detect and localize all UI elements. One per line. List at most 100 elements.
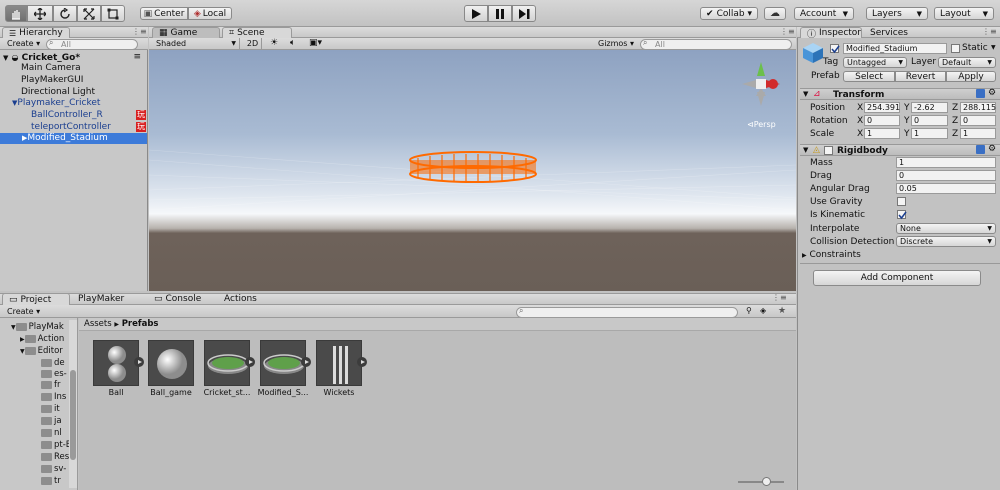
scene-root[interactable]: ▼ ◒ Cricket_Go* ≡ (0, 52, 147, 63)
rigidbody-header[interactable]: ▼ ◬ Rigidbody ⚙ (800, 144, 1000, 156)
light-toggle-icon[interactable]: ☀ (270, 38, 278, 48)
favorite-star-icon[interactable]: ★ (778, 306, 786, 316)
hierarchy-item[interactable]: Main Camera (0, 63, 147, 74)
expand-prefab-icon[interactable] (245, 357, 255, 367)
tree-item[interactable]: pt-E (41, 440, 71, 450)
hierarchy-item[interactable]: teleportController (0, 122, 147, 133)
hierarchy-item[interactable]: BallController_R (0, 110, 147, 121)
tree-scrollbar-thumb[interactable] (70, 370, 76, 460)
rotation-x-field[interactable]: 0 (864, 115, 900, 126)
orientation-gizmo-icon[interactable] (736, 54, 786, 114)
rotate-tool-button[interactable] (53, 5, 77, 22)
tag-dropdown[interactable]: Untagged ▼ (843, 57, 907, 68)
panel-menu-icon[interactable]: ⋮≡ (780, 27, 795, 36)
position-y-field[interactable]: -2.62 (911, 102, 948, 113)
tree-item[interactable]: nl (41, 428, 62, 438)
expand-prefab-icon[interactable] (134, 357, 144, 367)
tree-item[interactable]: ▼ PlayMak (11, 322, 64, 332)
static-dropdown-icon[interactable]: ▼ (991, 44, 996, 51)
tab-game[interactable]: ▦ Game (152, 27, 220, 38)
scene-menu-icon[interactable]: ≡ (133, 52, 141, 63)
object-name-field[interactable]: Modified_Stadium (843, 43, 947, 54)
tab-hierarchy[interactable]: ☰ Hierarchy (2, 27, 70, 38)
step-button[interactable] (512, 5, 536, 22)
is-kinematic-checkbox[interactable] (897, 210, 907, 220)
rigidbody-enabled-checkbox[interactable] (824, 146, 833, 155)
tree-item[interactable]: ▶ Action (20, 334, 64, 344)
prefab-revert-button[interactable]: Revert (895, 71, 946, 82)
filter-type-icon[interactable]: ⚲ (746, 306, 752, 315)
breadcrumb-root[interactable]: Assets (84, 319, 112, 329)
hierarchy-item[interactable]: PlayMakerGUI (0, 75, 147, 86)
tab-inspector[interactable]: ⓘ Inspector (800, 27, 862, 40)
pivot-local-button[interactable]: ◈ Local (188, 7, 232, 20)
scene-viewport[interactable]: ⊲Persp (149, 50, 796, 291)
layer-dropdown[interactable]: Default ▼ (938, 57, 996, 68)
breadcrumb-current[interactable]: Prefabs (122, 319, 159, 329)
project-create-button[interactable]: Create ▾ (7, 307, 40, 316)
move-tool-button[interactable] (27, 5, 53, 22)
play-button[interactable] (464, 5, 488, 22)
static-checkbox[interactable] (951, 44, 960, 53)
position-x-field[interactable]: 254.391 (864, 102, 900, 113)
tab-actions[interactable]: Actions (218, 293, 278, 305)
asset-cricket-stadium[interactable] (204, 340, 250, 386)
tab-console[interactable]: ▭ Console (148, 293, 218, 305)
tree-item[interactable]: it (41, 404, 60, 414)
toggle-2d-button[interactable]: 2D (244, 38, 262, 50)
mass-field[interactable]: 1 (896, 157, 996, 168)
drag-field[interactable]: 0 (896, 170, 996, 181)
collision-detection-dropdown[interactable]: Discrete ▼ (896, 236, 996, 247)
active-checkbox[interactable] (830, 44, 840, 54)
pivot-center-button[interactable]: ▣ Center (140, 7, 188, 20)
rect-tool-button[interactable] (101, 5, 125, 22)
tree-item[interactable]: ▼ Editor (20, 346, 63, 356)
rotation-y-field[interactable]: 0 (911, 115, 948, 126)
cloud-button[interactable]: ☁ (764, 7, 786, 20)
thumbnail-size-slider[interactable] (738, 477, 784, 486)
hierarchy-item-selected[interactable]: ▶Modified_Stadium (0, 133, 147, 144)
pause-button[interactable] (488, 5, 512, 22)
asset-wickets[interactable] (316, 340, 362, 386)
layout-dropdown[interactable]: Layout ▼ (934, 7, 994, 20)
panel-menu-icon[interactable]: ⋮≡ (772, 293, 787, 302)
tree-scrollbar[interactable] (69, 320, 77, 488)
effects-dropdown-icon[interactable]: ▣▾ (309, 38, 322, 48)
hierarchy-item[interactable]: ▼Playmaker_Cricket (0, 98, 147, 109)
tab-scene[interactable]: ⌗ Scene (222, 27, 292, 38)
tree-item[interactable]: ja (41, 416, 62, 426)
stadium-model[interactable] (408, 148, 538, 188)
tab-services[interactable]: Services (864, 27, 924, 38)
rotation-z-field[interactable]: 0 (960, 115, 996, 126)
tab-playmaker[interactable]: PlayMaker (72, 293, 146, 305)
tab-project[interactable]: ▭ Project (2, 293, 70, 305)
asset-ball-game[interactable] (148, 340, 194, 386)
tree-item[interactable]: fr (41, 380, 61, 390)
tree-item[interactable]: sv- (41, 464, 66, 474)
gear-icon[interactable]: ⚙ (988, 144, 996, 154)
gear-icon[interactable]: ⚙ (988, 88, 996, 98)
scale-tool-button[interactable] (77, 5, 101, 22)
account-dropdown[interactable]: Account ▼ (794, 7, 854, 20)
gizmos-dropdown[interactable]: Gizmos ▾ (598, 38, 634, 50)
add-component-button[interactable]: Add Component (813, 270, 981, 286)
scale-y-field[interactable]: 1 (911, 128, 948, 139)
prefab-apply-button[interactable]: Apply (946, 71, 996, 82)
collab-dropdown[interactable]: ✔ Collab ▾ (700, 7, 758, 20)
project-search-input[interactable] (516, 307, 738, 318)
position-z-field[interactable]: 288.115 (960, 102, 996, 113)
persp-label[interactable]: ⊲Persp (747, 120, 776, 129)
hierarchy-item[interactable]: Directional Light (0, 87, 147, 98)
expand-prefab-icon[interactable] (357, 357, 367, 367)
scale-z-field[interactable]: 1 (960, 128, 996, 139)
hand-tool-button[interactable] (5, 5, 27, 22)
constraints-foldout[interactable]: ▶ Constraints (802, 250, 861, 260)
hierarchy-create-button[interactable]: Create ▾ (7, 39, 40, 48)
scene-search-input[interactable]: All (640, 39, 792, 50)
audio-toggle-icon[interactable]: 🔈︎ (290, 38, 295, 48)
use-gravity-checkbox[interactable] (897, 197, 906, 206)
layers-dropdown[interactable]: Layers ▼ (866, 7, 928, 20)
asset-ball[interactable] (93, 340, 139, 386)
slider-thumb[interactable] (762, 477, 771, 486)
tree-item[interactable]: es- (41, 369, 67, 379)
